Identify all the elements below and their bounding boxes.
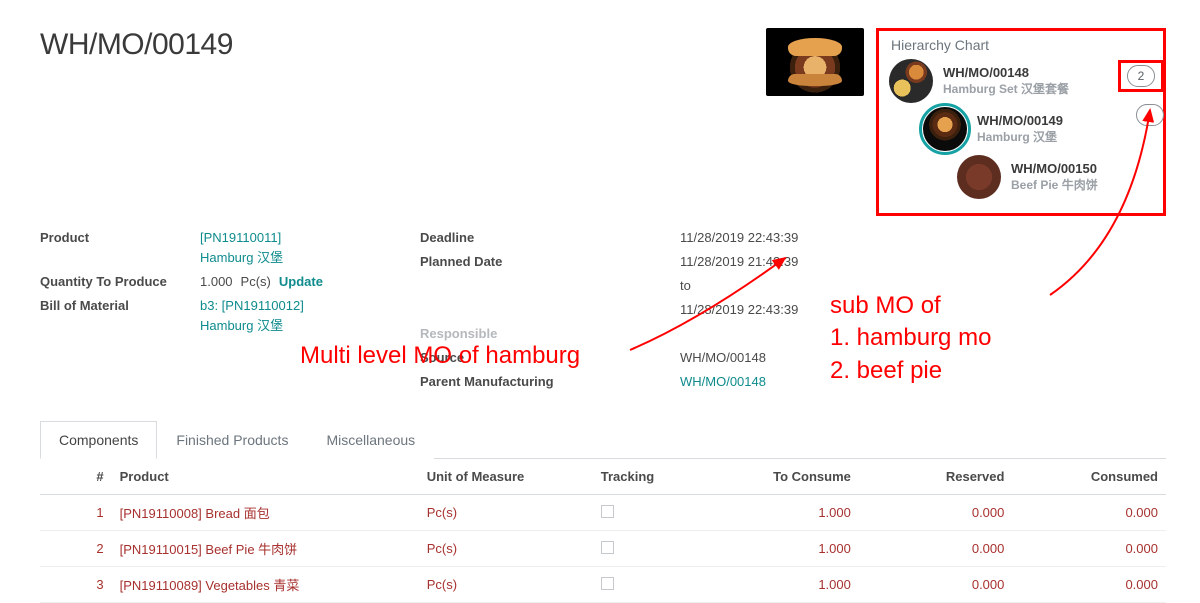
cell-product[interactable]: [PN19110015] Beef Pie 牛肉饼 <box>112 531 419 567</box>
tab-finished-products[interactable]: Finished Products <box>157 421 307 459</box>
cell-tracking[interactable] <box>593 567 706 603</box>
bom-label: Bill of Material <box>40 296 200 336</box>
table-row[interactable]: 1[PN19110008] Bread 面包Pc(s)1.0000.0000.0… <box>40 495 1166 531</box>
tab-components[interactable]: Components <box>40 421 157 459</box>
deadline-label: Deadline <box>420 228 560 248</box>
cell-idx: 1 <box>40 495 112 531</box>
cell-to-consume: 1.000 <box>705 495 859 531</box>
bom-link[interactable]: Hamburg 汉堡 <box>200 318 283 333</box>
responsible-label: Responsible <box>420 324 560 344</box>
hierarchy-order: WH/MO/00148 <box>943 65 1069 81</box>
hierarchy-item-parent[interactable]: WH/MO/00148 Hamburg Set 汉堡套餐 <box>889 59 1153 103</box>
hierarchy-product: Hamburg Set 汉堡套餐 <box>943 82 1069 97</box>
col-consumed: Consumed <box>1012 459 1166 495</box>
cell-uom: Pc(s) <box>419 495 593 531</box>
product-label: Product <box>40 228 200 268</box>
cell-uom: Pc(s) <box>419 567 593 603</box>
cell-idx: 2 <box>40 531 112 567</box>
tab-bar: Components Finished Products Miscellaneo… <box>40 420 1166 459</box>
cell-to-consume: 1.000 <box>705 567 859 603</box>
hamburg-set-icon <box>889 59 933 103</box>
tab-miscellaneous[interactable]: Miscellaneous <box>307 421 434 459</box>
product-link[interactable]: Hamburg 汉堡 <box>200 250 283 265</box>
cell-product[interactable]: [PN19110008] Bread 面包 <box>112 495 419 531</box>
col-to-consume: To Consume <box>705 459 859 495</box>
col-tracking: Tracking <box>593 459 706 495</box>
hamburg-icon <box>923 107 967 151</box>
cell-uom: Pc(s) <box>419 531 593 567</box>
planned-date-label: Planned Date <box>420 252 560 272</box>
hierarchy-product: Beef Pie 牛肉饼 <box>1011 178 1098 193</box>
product-image <box>766 28 864 96</box>
hierarchy-order: WH/MO/00149 <box>977 113 1063 129</box>
cell-tracking[interactable] <box>593 495 706 531</box>
beef-pie-icon <box>957 155 1001 199</box>
cell-idx: 3 <box>40 567 112 603</box>
update-qty-button[interactable]: Update <box>279 272 323 292</box>
source-value: WH/MO/00148 <box>680 348 766 368</box>
source-label: Source <box>420 348 560 368</box>
col-product: Product <box>112 459 419 495</box>
parent-mo-link[interactable]: WH/MO/00148 <box>680 372 766 392</box>
bom-link[interactable]: b3: [PN19110012] <box>200 298 304 313</box>
page-title: WH/MO/00149 <box>40 28 233 62</box>
checkbox-icon[interactable] <box>601 577 614 590</box>
stat-badge-other[interactable]: 1 <box>1136 104 1164 126</box>
col-idx: # <box>40 459 112 495</box>
planned-to-value: 11/28/2019 22:43:39 <box>680 300 798 320</box>
checkbox-icon[interactable] <box>601 541 614 554</box>
cell-reserved: 0.000 <box>859 567 1013 603</box>
cell-consumed: 0.000 <box>1012 531 1166 567</box>
table-row[interactable]: 3[PN19110089] Vegetables 青菜Pc(s)1.0000.0… <box>40 567 1166 603</box>
cell-product[interactable]: [PN19110089] Vegetables 青菜 <box>112 567 419 603</box>
hierarchy-order: WH/MO/00150 <box>1011 161 1098 177</box>
cell-reserved: 0.000 <box>859 495 1013 531</box>
hierarchy-chart-title: Hierarchy Chart <box>891 37 1153 53</box>
planned-to-word: to <box>680 276 691 296</box>
components-table: # Product Unit of Measure Tracking To Co… <box>40 459 1166 603</box>
qty-label: Quantity To Produce <box>40 272 200 292</box>
hierarchy-item-child[interactable]: WH/MO/00150 Beef Pie 牛肉饼 <box>957 155 1153 199</box>
qty-uom: Pc(s) <box>241 272 271 292</box>
cell-tracking[interactable] <box>593 531 706 567</box>
col-uom: Unit of Measure <box>419 459 593 495</box>
cell-reserved: 0.000 <box>859 531 1013 567</box>
order-details: Product [PN19110011] Hamburg 汉堡 Quantity… <box>40 224 1166 396</box>
qty-value: 1.000 <box>200 272 233 292</box>
stat-badge-value: 2 <box>1127 65 1155 87</box>
parent-mo-label: Parent Manufacturing <box>420 372 600 392</box>
checkbox-icon[interactable] <box>601 505 614 518</box>
stat-badge-value: 1 <box>1136 104 1164 126</box>
stat-badge-sub-mo[interactable]: 2 <box>1118 60 1164 92</box>
deadline-value: 11/28/2019 22:43:39 <box>680 228 798 248</box>
hierarchy-product: Hamburg 汉堡 <box>977 130 1063 145</box>
cell-to-consume: 1.000 <box>705 531 859 567</box>
planned-from-value: 11/28/2019 21:43:39 <box>680 252 798 272</box>
table-row[interactable]: 2[PN19110015] Beef Pie 牛肉饼Pc(s)1.0000.00… <box>40 531 1166 567</box>
product-link[interactable]: [PN19110011] <box>200 230 281 245</box>
col-reserved: Reserved <box>859 459 1013 495</box>
cell-consumed: 0.000 <box>1012 495 1166 531</box>
cell-consumed: 0.000 <box>1012 567 1166 603</box>
